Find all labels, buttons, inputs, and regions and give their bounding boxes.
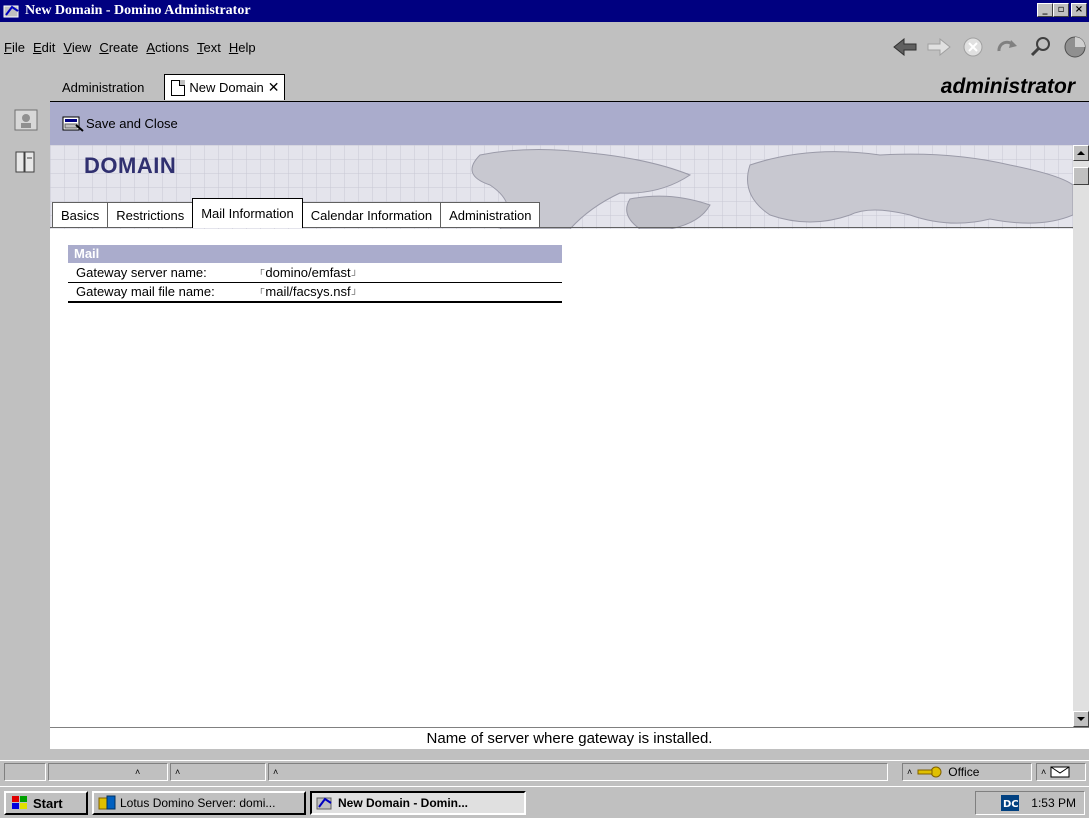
close-button[interactable]: × [1071,3,1087,17]
form-tab-bar: Basics Restrictions Mail Information Cal… [50,198,541,228]
menu-edit[interactable]: Edit [29,40,59,55]
tab-administration[interactable]: Administration [50,74,156,100]
tab-administration-label: Administration [62,79,145,95]
bookmark-bar [0,100,50,758]
field-gateway-mail-file: Gateway mail file name: ┌ mail/facsys.ns… [68,283,562,303]
mail-status-cell[interactable]: ˄ [1036,763,1086,781]
field-close-bracket: ┘ [351,289,359,299]
tab-restrictions[interactable]: Restrictions [107,202,194,228]
title-bar[interactable]: New Domain - Domino Administrator _ ▫ × [0,0,1089,22]
close-tab-icon[interactable]: ✕ [268,79,280,96]
menu-actions[interactable]: Actions [142,40,193,55]
windows-logo-icon [12,796,27,809]
save-and-close-label: Save and Close [86,116,178,131]
system-tray: DC 1:53 PM [975,791,1085,815]
scroll-thumb[interactable] [1073,167,1089,185]
menu-bar: File Edit View Create Actions Text Help [0,36,700,58]
domino-tray-icon[interactable]: DC [1001,795,1020,811]
domino-admin-icon [316,797,332,810]
taskbar: Start Lotus Domino Server: domi... New D… [0,786,1089,818]
status-cell-1[interactable]: ˄ [48,763,168,781]
field-gateway-server: Gateway server name: ┌ domino/emfast ┘ [68,263,562,283]
status-cell-2[interactable]: ˄ [170,763,266,781]
key-icon [917,766,942,778]
forward-arrow-icon[interactable] [925,35,953,59]
action-bar: Save and Close [50,101,1089,145]
user-label: administrator [940,75,1075,98]
vertical-scrollbar[interactable] [1073,145,1089,727]
form-title: DOMAIN [84,153,177,178]
field-help-text: Name of server where gateway is installe… [426,730,713,747]
scroll-up-button[interactable] [1073,145,1089,161]
gateway-server-label: Gateway server name: [76,265,207,280]
field-close-bracket: ┘ [351,270,359,280]
field-open-bracket: ┌ [258,283,265,293]
tab-new-domain-label: New Domain [189,80,264,95]
window-tab-bar: Administration New Domain ✕ [50,72,1089,100]
tab-administration[interactable]: Administration [440,202,541,228]
refresh-icon[interactable] [993,35,1021,59]
mail-section: Mail Gateway server name: ┌ domino/emfas… [68,245,562,303]
menu-text[interactable]: Text [193,40,225,55]
bookmark-people-icon[interactable] [12,106,40,134]
gateway-mail-file-label: Gateway mail file name: [76,284,215,299]
tab-new-domain[interactable]: New Domain ✕ [164,74,285,100]
save-and-close-button[interactable]: Save and Close [62,115,178,133]
menu-file[interactable]: File [0,40,29,55]
inbox-icon [1050,766,1070,778]
field-help-bar: Name of server where gateway is installe… [50,727,1089,749]
status-message-area[interactable]: ˄ [268,763,888,781]
maximize-button[interactable]: ▫ [1053,3,1069,17]
tab-basics[interactable]: Basics [52,202,109,228]
svg-text:DC: DC [1003,799,1019,810]
document-icon [171,79,186,96]
gateway-mail-file-value[interactable]: mail/facsys.nsf [265,284,350,299]
clock[interactable]: 1:53 PM [1031,796,1076,810]
gateway-server-field[interactable]: ┌ domino/emfast ┘ [258,264,359,281]
gateway-server-value[interactable]: domino/emfast [265,265,350,280]
start-label: Start [33,795,63,811]
section-header: Mail [68,245,562,263]
app-window: New Domain - Domino Administrator _ ▫ × … [0,0,1089,818]
document-content: DOMAIN Basics Restrictions Mail Informat… [50,145,1073,727]
nav-toolbar [891,30,1089,64]
menu-help[interactable]: Help [225,40,260,55]
globe-icon[interactable] [1061,35,1089,59]
task-new-domain[interactable]: New Domain - Domin... [310,791,526,815]
start-button[interactable]: Start [4,791,88,815]
save-close-icon [62,115,84,133]
minimize-button[interactable]: _ [1037,3,1053,17]
stop-icon[interactable] [959,35,987,59]
task-domino-server-label: Lotus Domino Server: domi... [120,796,276,810]
location-selector[interactable]: ˄ Office [902,763,1032,781]
gateway-mail-file-field[interactable]: ┌ mail/facsys.nsf ┘ [258,283,359,300]
status-cell-empty [4,763,46,781]
window-title: New Domain - Domino Administrator [25,3,251,18]
search-icon[interactable] [1027,35,1055,59]
scroll-down-button[interactable] [1073,711,1089,727]
menu-create[interactable]: Create [95,40,142,55]
task-new-domain-label: New Domain - Domin... [338,796,469,810]
bookmark-books-icon[interactable] [12,148,40,176]
menu-view[interactable]: View [59,40,95,55]
tab-mail-information[interactable]: Mail Information [192,198,303,228]
location-label: Office [948,765,980,779]
domino-app-icon[interactable] [3,3,21,19]
tab-calendar-information[interactable]: Calendar Information [301,202,442,228]
task-domino-server[interactable]: Lotus Domino Server: domi... [92,791,306,815]
domino-server-icon [98,795,116,810]
status-bar: ˄ ˄ ˄ ˄ Office ˄ [0,760,1089,782]
back-arrow-icon[interactable] [891,35,919,59]
field-open-bracket: ┌ [258,264,265,274]
